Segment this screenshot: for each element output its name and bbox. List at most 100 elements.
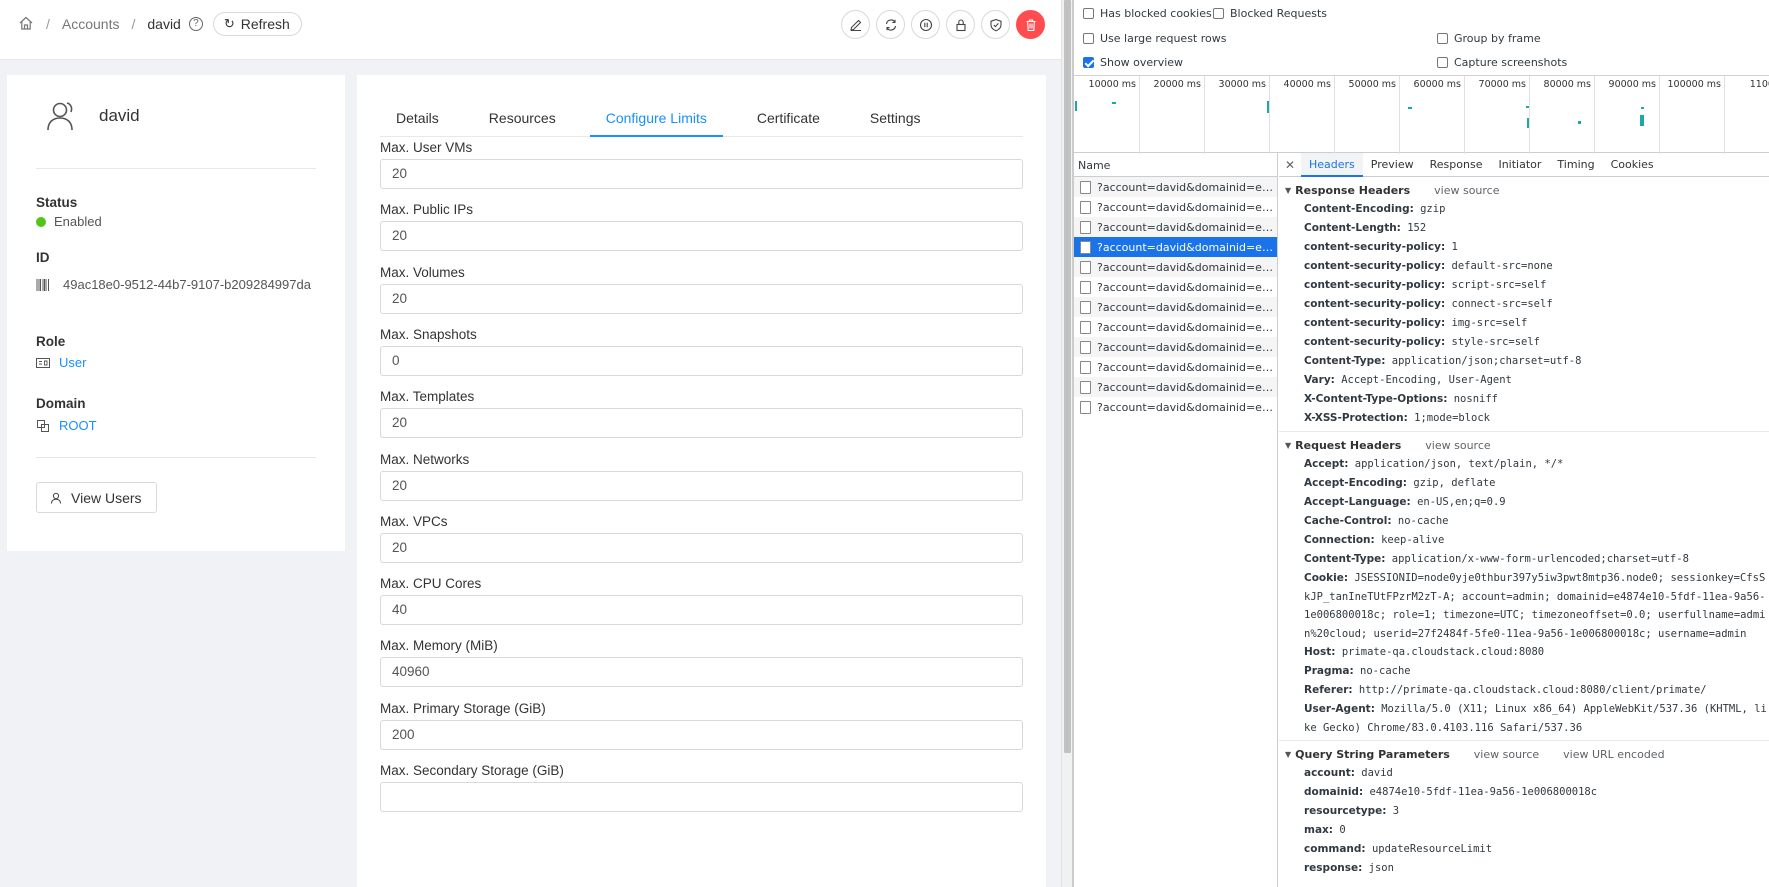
network-overview[interactable]: 10000 ms 20000 ms 30000 ms 40000 ms 50000 ms…	[1074, 75, 1769, 154]
limit-input[interactable]: 40960	[380, 657, 1023, 688]
request-headers-toggle[interactable]: ▼ Request Headers view source	[1279, 436, 1769, 455]
capture-screenshots-option[interactable]: Capture screenshots	[1437, 56, 1567, 69]
lock-icon	[955, 18, 966, 31]
home-icon[interactable]	[18, 15, 34, 34]
limit-input[interactable]: 20	[380, 283, 1023, 314]
header-name: max:	[1304, 824, 1333, 836]
checkbox[interactable]	[1083, 33, 1094, 44]
request-name: ?account=david&domainid=e4874e10-5fdf-11…	[1097, 380, 1273, 394]
request-row[interactable]: ?account=david&domainid=e4874e10-5fdf-11…	[1074, 397, 1277, 417]
tab-certificate[interactable]: Certificate	[741, 99, 836, 137]
limit-input[interactable]: 20	[380, 408, 1023, 439]
request-row[interactable]: ?account=david&domainid=e4874e10-5fdf-11…	[1074, 237, 1277, 257]
close-icon[interactable]: ✕	[1279, 158, 1301, 172]
limit-label: Max. Primary Storage (GiB)	[380, 700, 546, 716]
header-row: command: updateResourceLimit	[1279, 840, 1769, 859]
breadcrumb-accounts[interactable]: Accounts	[62, 16, 120, 32]
request-name: ?account=david&domainid=e4874e10-5fdf-11…	[1097, 280, 1273, 294]
view-url-encoded-link[interactable]: view URL encoded	[1563, 748, 1664, 761]
timeline-gridline	[1464, 76, 1465, 154]
page-scrollbar[interactable]	[1061, 0, 1072, 887]
request-headers-title: Request Headers	[1295, 439, 1402, 452]
timeline-tick: 30000 ms	[1218, 79, 1266, 90]
limit-input[interactable]: 20	[380, 470, 1023, 501]
checkbox[interactable]	[1083, 8, 1094, 19]
refresh-button[interactable]: ↻ Refresh	[212, 12, 302, 36]
tab-details[interactable]: Details	[380, 99, 455, 137]
help-icon[interactable]: ?	[188, 17, 203, 31]
refresh-icon: ↻	[223, 16, 235, 31]
limit-input[interactable]	[380, 782, 1023, 812]
response-headers-toggle[interactable]: ▼ Response Headers view source	[1279, 181, 1769, 200]
tab-resources[interactable]: Resources	[473, 99, 572, 137]
tab-settings[interactable]: Settings	[854, 99, 937, 137]
checkbox-checked[interactable]	[1083, 57, 1094, 68]
header-value: no-cache	[1397, 515, 1449, 527]
request-row[interactable]: ?account=david&domainid=e4874e10-5fdf-11…	[1074, 297, 1277, 317]
overview-mark	[1640, 115, 1644, 126]
request-row[interactable]: ?account=david&domainid=e4874e10-5fdf-11…	[1074, 277, 1277, 297]
limit-input[interactable]: 20	[380, 532, 1023, 563]
detail-tab-cookies[interactable]: Cookies	[1603, 153, 1662, 177]
lock-button[interactable]	[946, 10, 975, 39]
file-icon	[1080, 360, 1091, 374]
sync-button[interactable]	[876, 10, 905, 39]
has-blocked-cookies-option[interactable]: Has blocked cookies	[1083, 7, 1212, 20]
request-row[interactable]: ?account=david&domainid=e4874e10-5fdf-11…	[1074, 257, 1277, 277]
view-source-link[interactable]: view source	[1425, 439, 1490, 452]
group-by-frame-option[interactable]: Group by frame	[1437, 32, 1541, 45]
show-overview-option[interactable]: Show overview	[1083, 56, 1183, 69]
limit-input[interactable]: 0	[380, 345, 1023, 376]
large-rows-option[interactable]: Use large request rows	[1083, 32, 1226, 45]
header-value: 1	[1451, 241, 1458, 253]
breadcrumb-separator: /	[131, 16, 136, 32]
domain-link[interactable]: ROOT	[59, 418, 97, 433]
limit-input[interactable]: 200	[380, 719, 1023, 750]
checkbox[interactable]	[1213, 8, 1224, 19]
request-row[interactable]: ?account=david&domainid=e4874e10-5fdf-11…	[1074, 377, 1277, 397]
timeline-tick: 50000 ms	[1348, 79, 1396, 90]
checkbox[interactable]	[1437, 33, 1448, 44]
detail-tab-headers[interactable]: Headers	[1301, 152, 1363, 177]
role-link[interactable]: User	[59, 355, 86, 370]
header-value: style-src=self	[1451, 336, 1541, 348]
shield-button[interactable]	[981, 10, 1010, 39]
limit-input[interactable]: 20	[380, 159, 1023, 189]
scrollbar-thumb[interactable]	[1064, 0, 1071, 753]
timeline-gridline	[1659, 76, 1660, 154]
header-name: Content-Encoding:	[1304, 203, 1414, 215]
request-row[interactable]: ?account=david&domainid=e4874e10-5fdf-11…	[1074, 317, 1277, 337]
breadcrumb-current: david	[147, 16, 181, 32]
edit-button[interactable]	[841, 10, 870, 39]
blocked-requests-option[interactable]: Blocked Requests	[1213, 7, 1327, 20]
request-row[interactable]: ?account=david&domainid=e4874e10-5fdf-11…	[1074, 217, 1277, 237]
detail-tab-preview[interactable]: Preview	[1363, 153, 1422, 177]
view-source-link[interactable]: view source	[1474, 748, 1539, 761]
limit-label: Max. User VMs	[380, 140, 473, 155]
request-row[interactable]: ?account=david&domainid=e4874e10-5fdf-11…	[1074, 337, 1277, 357]
detail-tab-initiator[interactable]: Initiator	[1490, 153, 1549, 177]
detail-tab-timing[interactable]: Timing	[1549, 153, 1602, 177]
action-bar	[841, 10, 1051, 39]
request-row[interactable]: ?account=david&domainid=e4874e10-5fdf-11…	[1074, 197, 1277, 217]
header-row: domainid: e4874e10-5fdf-11ea-9a56-1e0068…	[1279, 783, 1769, 802]
request-row[interactable]: ?account=david&domainid=e4874e10-5fdf-11…	[1074, 177, 1277, 197]
checkbox[interactable]	[1437, 57, 1448, 68]
name-column-header[interactable]: Name	[1074, 153, 1277, 177]
view-source-link[interactable]: view source	[1434, 184, 1499, 197]
view-users-button[interactable]: View Users	[36, 482, 157, 513]
expand-icon: ▼	[1285, 441, 1292, 450]
header-row: Vary: Accept-Encoding, User-Agent	[1279, 371, 1769, 390]
tab-configure-limits[interactable]: Configure Limits	[589, 99, 723, 137]
delete-button[interactable]	[1016, 10, 1045, 39]
detail-tab-response[interactable]: Response	[1422, 153, 1491, 177]
breadcrumb: / Accounts / david ? ↻ Refresh	[18, 12, 302, 36]
disable-button[interactable]	[911, 10, 940, 39]
page-header: / Accounts / david ? ↻ Refresh	[0, 0, 1061, 60]
limit-input[interactable]: 40	[380, 595, 1023, 626]
header-name: Content-Type:	[1304, 355, 1386, 367]
request-row[interactable]: ?account=david&domainid=e4874e10-5fdf-11…	[1074, 357, 1277, 377]
limit-input[interactable]: 20	[380, 221, 1023, 252]
query-string-toggle[interactable]: ▼ Query String Parameters view source vi…	[1279, 745, 1769, 764]
header-value: json	[1368, 862, 1394, 874]
